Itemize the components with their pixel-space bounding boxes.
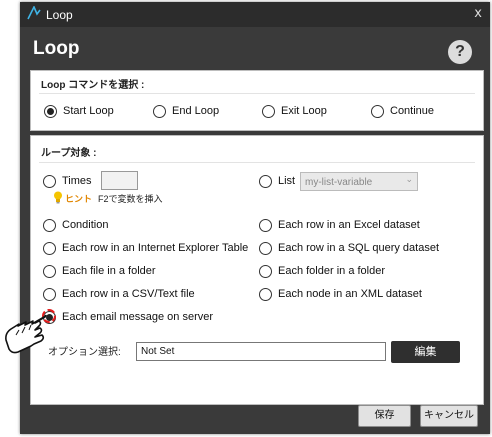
window-title: Loop: [46, 8, 73, 22]
radio-exit-loop[interactable]: Exit Loop: [262, 103, 327, 119]
close-icon[interactable]: x: [474, 6, 482, 21]
save-button[interactable]: 保存: [358, 405, 411, 427]
radio-list[interactable]: List: [259, 173, 295, 189]
radio-label: End Loop: [172, 105, 220, 117]
radio-file-in-folder[interactable]: Each file in a folder: [43, 263, 156, 279]
edit-button[interactable]: 編集: [391, 341, 460, 363]
radio-email-message[interactable]: Each email message on server: [43, 309, 213, 325]
radio-folder-in-folder[interactable]: Each folder in a folder: [259, 263, 385, 279]
radio-button[interactable]: [43, 264, 56, 278]
radio-button[interactable]: [43, 174, 56, 188]
loop-command-panel: Loop コマンドを選択 : Start Loop End Loop Exit …: [30, 70, 484, 131]
radio-label: Times: [62, 175, 92, 187]
radio-label: Start Loop: [63, 105, 114, 117]
hint-row: ヒント F2で変数を挿入: [53, 191, 163, 206]
radio-button[interactable]: [259, 218, 272, 232]
radio-label: Each file in a folder: [62, 265, 156, 277]
radio-label: Each email message on server: [62, 311, 214, 323]
radio-condition[interactable]: Condition: [43, 217, 108, 233]
page-title: Loop: [33, 38, 80, 59]
radio-label: Continue: [390, 105, 435, 117]
times-input[interactable]: [101, 171, 138, 190]
radio-button[interactable]: [259, 264, 272, 278]
help-icon[interactable]: ?: [448, 40, 472, 64]
radio-end-loop[interactable]: End Loop: [153, 103, 219, 119]
radio-button[interactable]: [259, 174, 272, 188]
radio-label: Each row in a SQL query dataset: [278, 242, 440, 254]
chevron-down-icon: ⌄: [405, 175, 413, 185]
radio-button[interactable]: [44, 104, 57, 118]
pointing-hand-icon: [1, 303, 51, 360]
radio-label: Each row in an Internet Explorer Table: [62, 242, 249, 254]
radio-xml-node[interactable]: Each node in an XML dataset: [259, 286, 422, 302]
loop-command-title: Loop コマンドを選択 :: [41, 80, 145, 91]
radio-ie-table-row[interactable]: Each row in an Internet Explorer Table: [43, 240, 248, 256]
radio-button[interactable]: [262, 104, 275, 118]
divider: [39, 93, 475, 94]
list-select-value: my-list-variable: [305, 177, 373, 188]
radio-times[interactable]: Times: [43, 173, 92, 189]
radio-label: Each row in a CSV/Text file: [62, 288, 195, 300]
radio-continue[interactable]: Continue: [371, 103, 434, 119]
radio-label: Each node in an XML dataset: [278, 288, 422, 300]
radio-button[interactable]: [259, 287, 272, 301]
title-bar: Loop x: [20, 2, 490, 27]
loop-dialog: Loop x Loop ? Loop コマンドを選択 : Start Loop …: [20, 2, 490, 434]
radio-sql-row[interactable]: Each row in a SQL query dataset: [259, 240, 439, 256]
loop-target-title: ループ対象 :: [41, 148, 97, 159]
radio-button[interactable]: [371, 104, 384, 118]
option-select-label: オプション選択:: [48, 347, 121, 358]
radio-label: Exit Loop: [281, 105, 327, 117]
radio-label: Condition: [62, 219, 109, 231]
divider: [39, 162, 475, 163]
option-select-input[interactable]: [136, 342, 386, 361]
radio-label: Each row in an Excel dataset: [278, 219, 420, 231]
radio-button[interactable]: [153, 104, 166, 118]
radio-csv-row[interactable]: Each row in a CSV/Text file: [43, 286, 195, 302]
hint-label: ヒント: [65, 194, 93, 204]
radio-button[interactable]: [43, 218, 56, 232]
radio-start-loop[interactable]: Start Loop: [44, 103, 114, 119]
radio-label: Each folder in a folder: [278, 265, 386, 277]
radio-excel-row[interactable]: Each row in an Excel dataset: [259, 217, 420, 233]
radio-button[interactable]: [43, 287, 56, 301]
cancel-button[interactable]: キャンセル: [420, 405, 478, 427]
app-logo-icon: [27, 5, 41, 23]
lightbulb-icon: [53, 191, 63, 206]
radio-label: List: [278, 175, 296, 187]
radio-button[interactable]: [259, 241, 272, 255]
radio-button[interactable]: [43, 241, 56, 255]
hint-text: F2で変数を挿入: [98, 194, 163, 204]
list-variable-select[interactable]: my-list-variable ⌄: [300, 172, 418, 191]
